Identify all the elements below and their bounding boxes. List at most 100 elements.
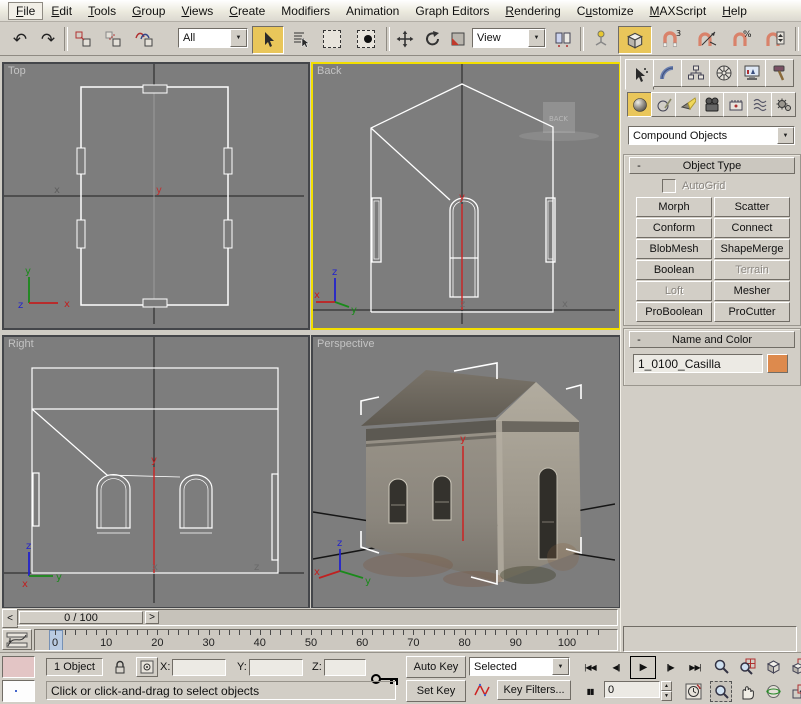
select-and-manipulate-button[interactable] [588, 26, 614, 52]
boolean-button[interactable]: Boolean [636, 260, 712, 280]
conform-button[interactable]: Conform [636, 218, 712, 238]
arc-rotate-button[interactable] [762, 681, 784, 702]
dropdown-arrow-icon[interactable]: ▼ [230, 29, 247, 47]
percent-snap-toggle-button[interactable]: % [728, 26, 756, 52]
menu-item-customize[interactable]: Customize [569, 2, 642, 20]
tab-utilities[interactable] [765, 59, 794, 87]
menu-item-file[interactable]: File [8, 2, 43, 20]
zoom-extents-button[interactable] [762, 656, 784, 677]
scatter-button[interactable]: Scatter [714, 197, 790, 217]
zoom-extents-all-button[interactable] [788, 656, 801, 677]
previous-frame-button[interactable]: ◀|| [604, 657, 628, 677]
menu-item-modifiers[interactable]: Modifiers [273, 2, 338, 20]
menu-item-graph-editors[interactable]: Graph Editors [407, 2, 497, 20]
key-mode-toggle-button[interactable]: ▮▮ [578, 681, 602, 701]
lights-category-button[interactable] [675, 92, 700, 117]
menu-item-group[interactable]: Group [124, 2, 173, 20]
tab-modify[interactable] [653, 59, 682, 87]
x-coordinate-field[interactable] [172, 659, 226, 676]
space-warps-category-button[interactable] [747, 92, 772, 117]
object-color-swatch[interactable] [767, 354, 788, 373]
current-frame-field[interactable]: 0 [604, 681, 660, 698]
viewport-right-label[interactable]: Right [8, 338, 34, 350]
unlink-selection-button[interactable] [100, 26, 126, 52]
z-coordinate-field[interactable] [324, 659, 366, 676]
select-object-button[interactable] [252, 26, 284, 54]
maxscript-mini-listener-pink[interactable] [2, 656, 35, 678]
shapemerge-button[interactable]: ShapeMerge [714, 239, 790, 259]
select-and-rotate-button[interactable] [420, 26, 446, 52]
zoom-button[interactable] [710, 656, 732, 677]
mesher-button[interactable]: Mesher [714, 281, 790, 301]
time-configuration-button[interactable] [682, 681, 704, 701]
dropdown-arrow-icon[interactable]: ▼ [528, 29, 545, 47]
viewport-back[interactable]: Back BACK y z x [311, 62, 621, 330]
zoom-region-button[interactable] [710, 681, 732, 702]
systems-category-button[interactable] [771, 92, 796, 117]
maximize-viewport-toggle[interactable] [788, 681, 801, 702]
key-filters-button[interactable]: Key Filters... [497, 680, 571, 700]
viewport-perspective-label[interactable]: Perspective [317, 338, 374, 350]
track-ruler[interactable]: 0102030405060708090100 [34, 629, 618, 651]
viewport-right[interactable]: Right y [2, 335, 310, 609]
viewport-back-label[interactable]: Back [317, 65, 341, 77]
selection-filter-dropdown[interactable]: All ▼ [178, 28, 248, 48]
set-key-button[interactable]: Set Key [406, 680, 466, 702]
connect-button[interactable]: Connect [714, 218, 790, 238]
menu-item-help[interactable]: Help [714, 2, 755, 20]
redo-button[interactable]: ↷ [36, 26, 60, 52]
blobmesh-button[interactable]: BlobMesh [636, 239, 712, 259]
angle-snap-2-button[interactable] [692, 26, 722, 52]
select-and-link-button[interactable] [70, 26, 96, 52]
viewport-top[interactable]: Top x y y x z [2, 62, 310, 330]
tab-hierarchy[interactable] [681, 59, 710, 87]
procutter-button[interactable]: ProCutter [714, 302, 790, 322]
y-coordinate-field[interactable] [249, 659, 303, 676]
maxscript-mini-listener-white[interactable] [2, 680, 35, 702]
snaps-toggle-button[interactable] [618, 26, 652, 54]
menu-item-create[interactable]: Create [221, 2, 273, 20]
dropdown-arrow-icon[interactable]: ▼ [777, 127, 794, 144]
default-tangent-button[interactable] [469, 680, 494, 700]
next-frame-button[interactable]: ||▶ [658, 657, 682, 677]
menu-item-tools[interactable]: Tools [80, 2, 124, 20]
undo-button[interactable]: ↶ [8, 26, 32, 52]
select-by-name-button[interactable] [288, 26, 314, 52]
pan-view-button[interactable] [736, 681, 758, 702]
menu-item-edit[interactable]: Edit [43, 2, 80, 20]
menu-item-views[interactable]: Views [173, 2, 221, 20]
object-category-dropdown[interactable]: Compound Objects ▼ [628, 126, 795, 145]
menu-item-maxscript[interactable]: MAXScript [642, 2, 715, 20]
time-slider-track[interactable]: 0 / 100 > [17, 609, 618, 626]
spinner-down-icon[interactable]: ▼ [661, 691, 672, 701]
next-frame-arrow-button[interactable]: > [145, 611, 159, 624]
tab-create[interactable] [625, 59, 654, 90]
time-slider-handle[interactable]: 0 / 100 [19, 611, 143, 624]
absolute-offset-mode-toggle[interactable] [136, 657, 158, 677]
object-type-rollout-header[interactable]: - Object Type [629, 157, 795, 174]
object-name-input[interactable]: 1_0100_Casilla [633, 354, 763, 373]
bind-to-space-warp-button[interactable] [130, 26, 158, 52]
tab-motion[interactable] [709, 59, 738, 87]
morph-button[interactable]: Morph [636, 197, 712, 217]
auto-key-button[interactable]: Auto Key [406, 656, 466, 678]
viewport-top-label[interactable]: Top [8, 65, 26, 77]
selection-lock-toggle[interactable] [108, 657, 132, 677]
frame-spinner[interactable]: ▲ ▼ [661, 681, 672, 700]
zoom-all-button[interactable] [736, 656, 758, 677]
key-mode-dropdown[interactable]: Selected ▼ [469, 657, 570, 676]
proboolean-button[interactable]: ProBoolean [636, 302, 712, 322]
viewport-perspective[interactable]: Perspective [311, 335, 621, 609]
name-color-rollout-header[interactable]: - Name and Color [629, 331, 795, 348]
dropdown-arrow-icon[interactable]: ▼ [552, 658, 569, 675]
cameras-category-button[interactable] [699, 92, 724, 117]
tab-display[interactable] [737, 59, 766, 87]
go-to-end-button[interactable]: ▶▶| [684, 657, 706, 677]
mini-curve-editor-button[interactable] [2, 629, 32, 650]
menu-item-rendering[interactable]: Rendering [497, 2, 568, 20]
autogrid-checkbox[interactable] [662, 179, 676, 193]
shapes-category-button[interactable] [651, 92, 676, 117]
select-and-scale-button[interactable] [446, 26, 470, 52]
window-crossing-toggle-button[interactable] [352, 26, 380, 52]
rectangular-selection-region-button[interactable] [318, 26, 346, 52]
